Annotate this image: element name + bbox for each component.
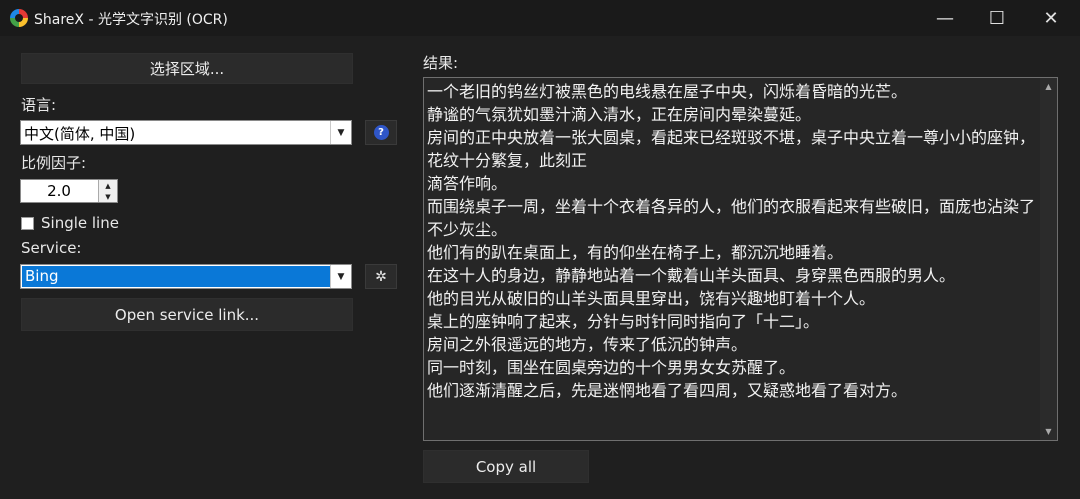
language-value: 中文(简体, 中国) <box>24 125 136 143</box>
result-text[interactable]: 一个老旧的钨丝灯被黑色的电线悬在屋子中央，闪烁着昏暗的光芒。 静谧的气氛犹如墨汁… <box>427 80 1037 402</box>
service-value: Bing <box>22 266 330 287</box>
result-label: 结果: <box>423 54 459 72</box>
minimize-button[interactable]: — <box>918 0 972 36</box>
maximize-icon: ☐ <box>988 7 1006 29</box>
scale-value: 2.0 <box>47 182 71 200</box>
close-button[interactable]: ✕ <box>1024 0 1078 36</box>
scale-label: 比例因子: <box>21 154 87 172</box>
sharex-logo-icon <box>10 9 28 27</box>
window-title: ShareX - 光学文字识别 (OCR) <box>34 12 228 28</box>
language-help-button[interactable]: ? <box>365 120 397 145</box>
open-service-link-button[interactable]: Open service link... <box>21 298 353 331</box>
help-icon: ? <box>373 125 389 140</box>
scroll-up-icon[interactable]: ▲ <box>1040 78 1057 95</box>
result-textarea[interactable]: 一个老旧的钨丝灯被黑色的电线悬在屋子中央，闪烁着昏暗的光芒。 静谧的气氛犹如墨汁… <box>423 77 1058 441</box>
single-line-label: Single line <box>41 214 119 232</box>
service-label: Service: <box>21 239 82 257</box>
title-bar: ShareX - 光学文字识别 (OCR) — ☐ ✕ <box>0 0 1080 36</box>
close-icon: ✕ <box>1043 7 1059 29</box>
minimize-icon: — <box>936 7 954 29</box>
single-line-checkbox[interactable] <box>21 217 34 230</box>
chevron-down-icon[interactable]: ▼ <box>330 121 351 144</box>
service-settings-button[interactable]: ✲ <box>365 264 397 289</box>
chevron-down-icon[interactable]: ▼ <box>330 265 351 288</box>
gear-icon: ✲ <box>375 268 387 285</box>
select-region-button[interactable]: 选择区域... <box>21 53 353 84</box>
stepper-down-icon[interactable]: ▼ <box>98 191 117 202</box>
scroll-down-icon[interactable]: ▼ <box>1040 423 1057 440</box>
vertical-scrollbar[interactable]: ▲ ▼ <box>1040 78 1057 440</box>
copy-all-button[interactable]: Copy all <box>423 450 589 483</box>
service-select[interactable]: Bing ▼ <box>20 264 352 289</box>
scale-stepper[interactable]: 2.0 ▲ ▼ <box>20 179 118 203</box>
language-label: 语言: <box>21 96 57 114</box>
maximize-button[interactable]: ☐ <box>970 0 1024 36</box>
language-select[interactable]: 中文(简体, 中国) ▼ <box>20 120 352 145</box>
